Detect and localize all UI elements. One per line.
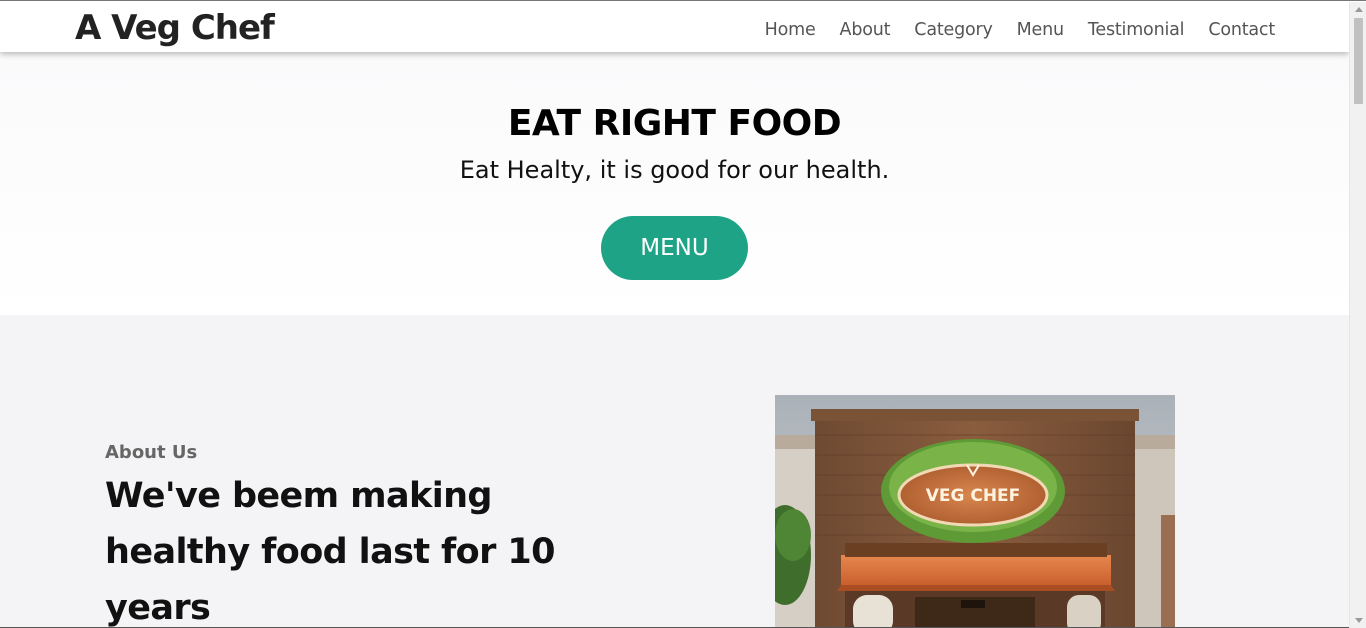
nav-contact[interactable]: Contact [1208, 17, 1275, 43]
storefront-illustration: VEG CHEF [775, 395, 1175, 628]
hero-subtitle: Eat Healty, it is good for our health. [459, 156, 890, 184]
hero-section: EAT RIGHT FOOD Eat Healty, it is good fo… [0, 52, 1349, 315]
top-navbar: A Veg Chef Home About Category Menu Test… [0, 2, 1349, 52]
hero-title: EAT RIGHT FOOD [507, 103, 842, 144]
sign-text: VEG CHEF [926, 486, 1021, 506]
scroll-down-arrow-icon[interactable] [1355, 618, 1363, 623]
brand-logo-text[interactable]: A Veg Chef [75, 8, 275, 48]
scroll-thumb[interactable] [1354, 18, 1363, 104]
nav-testimonial[interactable]: Testimonial [1088, 17, 1185, 43]
vertical-scrollbar[interactable] [1349, 2, 1366, 628]
about-kicker: About Us [105, 442, 198, 463]
scroll-up-arrow-icon[interactable] [1355, 7, 1363, 12]
page-viewport: A Veg Chef Home About Category Menu Test… [0, 2, 1349, 628]
main-nav: Home About Category Menu Testimonial Con… [741, 17, 1276, 43]
restaurant-storefront-image: VEG CHEF [775, 395, 1175, 628]
nav-category[interactable]: Category [914, 17, 993, 43]
nav-menu[interactable]: Menu [1017, 17, 1064, 43]
nav-home[interactable]: Home [765, 17, 816, 43]
menu-button[interactable]: MENU [601, 216, 748, 280]
nav-about[interactable]: About [840, 17, 891, 43]
about-heading: We've beem making healthy food last for … [105, 476, 555, 628]
about-section: About Us We've beem making healthy food … [0, 315, 1349, 628]
